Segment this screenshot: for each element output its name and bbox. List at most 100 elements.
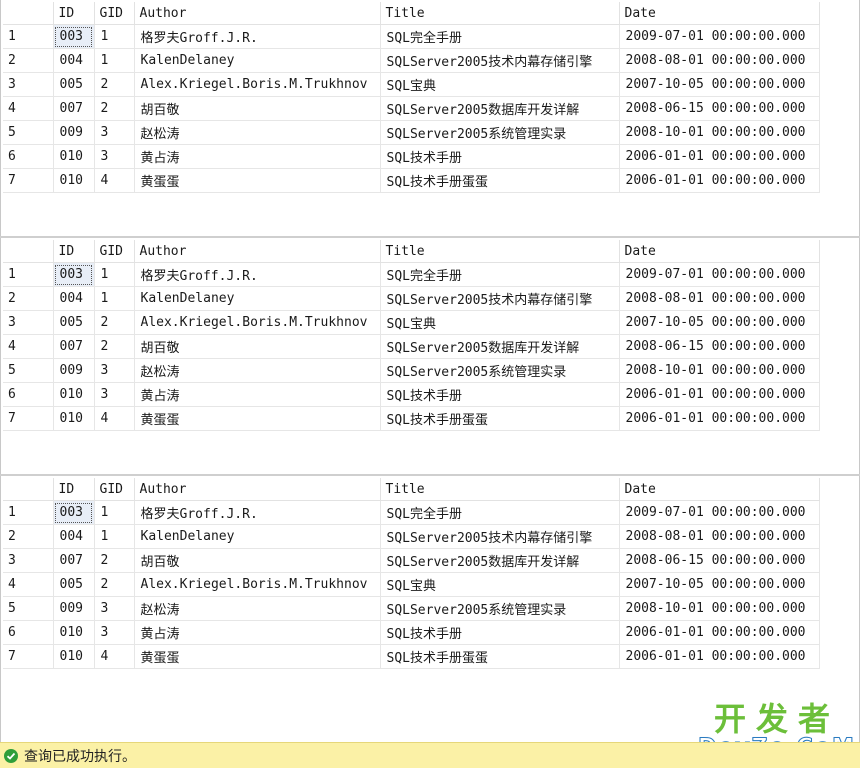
cell-title[interactable]: SQL技术手册 <box>380 382 620 407</box>
row-number[interactable]: 1 <box>3 24 54 49</box>
cell-id[interactable]: 007 <box>53 334 95 359</box>
cell-date[interactable]: 2008-08-01 00:00:00.000 <box>619 48 820 73</box>
column-header-id[interactable]: ID <box>53 2 95 25</box>
cell-date[interactable]: 2006-01-01 00:00:00.000 <box>619 406 820 431</box>
cell-title[interactable]: SQL技术手册蛋蛋 <box>380 644 620 669</box>
cell-date[interactable]: 2008-06-15 00:00:00.000 <box>619 334 820 359</box>
cell-gid[interactable]: 3 <box>94 382 135 407</box>
cell-gid[interactable]: 1 <box>94 500 135 525</box>
row-number[interactable]: 4 <box>3 96 54 121</box>
row-number[interactable]: 6 <box>3 144 54 169</box>
cell-id[interactable]: 010 <box>53 620 95 645</box>
cell-author[interactable]: 格罗夫Groff.J.R. <box>134 24 381 49</box>
column-header-author[interactable]: Author <box>134 2 381 25</box>
cell-id[interactable]: 005 <box>53 572 95 597</box>
cell-date[interactable]: 2009-07-01 00:00:00.000 <box>619 24 820 49</box>
row-number[interactable]: 6 <box>3 382 54 407</box>
row-number[interactable]: 5 <box>3 120 54 145</box>
table-row[interactable]: 2 004 1 KalenDelaney SQLServer2005技术内幕存储引擎 20… <box>3 48 820 73</box>
row-number[interactable]: 4 <box>3 334 54 359</box>
column-header-gid[interactable]: GID <box>94 2 135 25</box>
cell-gid[interactable]: 2 <box>94 572 135 597</box>
row-number[interactable]: 7 <box>3 168 54 193</box>
cell-gid[interactable]: 1 <box>94 24 135 49</box>
cell-author[interactable]: Alex.Kriegel.Boris.M.Trukhnov <box>134 572 381 597</box>
row-number[interactable]: 5 <box>3 358 54 383</box>
cell-date[interactable]: 2009-07-01 00:00:00.000 <box>619 500 820 525</box>
column-header-id[interactable]: ID <box>53 240 95 263</box>
table-row[interactable]: 7 010 4 黄蛋蛋 SQL技术手册蛋蛋 2006-01-01 00:00:00.000 <box>3 168 820 193</box>
cell-author[interactable]: 赵松涛 <box>134 596 381 621</box>
column-header-author[interactable]: Author <box>134 240 381 263</box>
table-row[interactable]: 6 010 3 黄占涛 SQL技术手册 2006-01-01 00:00:00.000 <box>3 382 820 407</box>
cell-gid[interactable]: 2 <box>94 548 135 573</box>
cell-gid[interactable]: 1 <box>94 48 135 73</box>
cell-author[interactable]: KalenDelaney <box>134 286 381 311</box>
row-number[interactable]: 3 <box>3 310 54 335</box>
table-row[interactable]: 2 004 1 KalenDelaney SQLServer2005技术内幕存储引擎 20… <box>3 524 820 549</box>
cell-date[interactable]: 2007-10-05 00:00:00.000 <box>619 572 820 597</box>
column-header-id[interactable]: ID <box>53 478 95 501</box>
cell-title[interactable]: SQL完全手册 <box>380 500 620 525</box>
row-number[interactable]: 2 <box>3 286 54 311</box>
row-number[interactable]: 2 <box>3 524 54 549</box>
cell-id[interactable]: 010 <box>53 144 95 169</box>
table-row[interactable]: 6 010 3 黄占涛 SQL技术手册 2006-01-01 00:00:00.000 <box>3 620 820 645</box>
cell-id[interactable]: 003 <box>53 500 95 525</box>
cell-date[interactable]: 2008-06-15 00:00:00.000 <box>619 548 820 573</box>
cell-title[interactable]: SQLServer2005技术内幕存储引擎 <box>380 524 620 549</box>
cell-date[interactable]: 2006-01-01 00:00:00.000 <box>619 168 820 193</box>
cell-id[interactable]: 009 <box>53 120 95 145</box>
cell-title[interactable]: SQL技术手册蛋蛋 <box>380 168 620 193</box>
cell-date[interactable]: 2006-01-01 00:00:00.000 <box>619 382 820 407</box>
table-row[interactable]: 3 007 2 胡百敬 SQLServer2005数据库开发详解 2008-06-15 0… <box>3 548 820 573</box>
cell-gid[interactable]: 1 <box>94 262 135 287</box>
cell-author[interactable]: 格罗夫Groff.J.R. <box>134 500 381 525</box>
cell-gid[interactable]: 3 <box>94 620 135 645</box>
cell-author[interactable]: 胡百敬 <box>134 548 381 573</box>
row-number[interactable]: 1 <box>3 500 54 525</box>
cell-id[interactable]: 004 <box>53 48 95 73</box>
results-grid-2[interactable]: ID GID Author Title Date 1 003 1 格罗夫Groff.J.R. SQ… <box>0 238 860 474</box>
cell-author[interactable]: 格罗夫Groff.J.R. <box>134 262 381 287</box>
cell-date[interactable]: 2008-10-01 00:00:00.000 <box>619 120 820 145</box>
column-header-date[interactable]: Date <box>619 478 820 501</box>
cell-id[interactable]: 007 <box>53 548 95 573</box>
row-number[interactable]: 3 <box>3 72 54 97</box>
cell-title[interactable]: SQLServer2005数据库开发详解 <box>380 548 620 573</box>
table-row[interactable]: 2 004 1 KalenDelaney SQLServer2005技术内幕存储引擎 20… <box>3 286 820 311</box>
cell-author[interactable]: 黄占涛 <box>134 382 381 407</box>
cell-author[interactable]: 胡百敬 <box>134 96 381 121</box>
cell-author[interactable]: Alex.Kriegel.Boris.M.Trukhnov <box>134 72 381 97</box>
cell-date[interactable]: 2008-10-01 00:00:00.000 <box>619 596 820 621</box>
table-row[interactable]: 1 003 1 格罗夫Groff.J.R. SQL完全手册 2009-07-01 00:0… <box>3 500 820 525</box>
column-header-gid[interactable]: GID <box>94 240 135 263</box>
table-row[interactable]: 1 003 1 格罗夫Groff.J.R. SQL完全手册 2009-07-01 00:0… <box>3 262 820 287</box>
cell-date[interactable]: 2008-10-01 00:00:00.000 <box>619 358 820 383</box>
cell-date[interactable]: 2007-10-05 00:00:00.000 <box>619 310 820 335</box>
cell-title[interactable]: SQL完全手册 <box>380 262 620 287</box>
cell-id[interactable]: 004 <box>53 286 95 311</box>
cell-author[interactable]: 黄占涛 <box>134 144 381 169</box>
table-row[interactable]: 7 010 4 黄蛋蛋 SQL技术手册蛋蛋 2006-01-01 00:00:00.000 <box>3 406 820 431</box>
cell-date[interactable]: 2008-08-01 00:00:00.000 <box>619 524 820 549</box>
table-row[interactable]: 7 010 4 黄蛋蛋 SQL技术手册蛋蛋 2006-01-01 00:00:00.000 <box>3 644 820 669</box>
cell-title[interactable]: SQLServer2005技术内幕存储引擎 <box>380 286 620 311</box>
table-row[interactable]: 3 005 2 Alex.Kriegel.Boris.M.Trukhnov SQL宝典 2… <box>3 72 820 97</box>
column-header-author[interactable]: Author <box>134 478 381 501</box>
cell-author[interactable]: 黄蛋蛋 <box>134 168 381 193</box>
row-number[interactable]: 3 <box>3 548 54 573</box>
row-header-corner[interactable] <box>3 2 54 25</box>
table-row[interactable]: 5 009 3 赵松涛 SQLServer2005系统管理实录 2008-10-01 00… <box>3 120 820 145</box>
cell-date[interactable]: 2008-06-15 00:00:00.000 <box>619 96 820 121</box>
cell-date[interactable]: 2008-08-01 00:00:00.000 <box>619 286 820 311</box>
column-header-date[interactable]: Date <box>619 240 820 263</box>
cell-gid[interactable]: 4 <box>94 168 135 193</box>
cell-id[interactable]: 004 <box>53 524 95 549</box>
column-header-gid[interactable]: GID <box>94 478 135 501</box>
cell-title[interactable]: SQLServer2005系统管理实录 <box>380 120 620 145</box>
table-row[interactable]: 3 005 2 Alex.Kriegel.Boris.M.Trukhnov SQL宝典 2… <box>3 310 820 335</box>
table-row[interactable]: 1 003 1 格罗夫Groff.J.R. SQL完全手册 2009-07-01 00:0… <box>3 24 820 49</box>
cell-title[interactable]: SQL技术手册 <box>380 144 620 169</box>
cell-date[interactable]: 2007-10-05 00:00:00.000 <box>619 72 820 97</box>
